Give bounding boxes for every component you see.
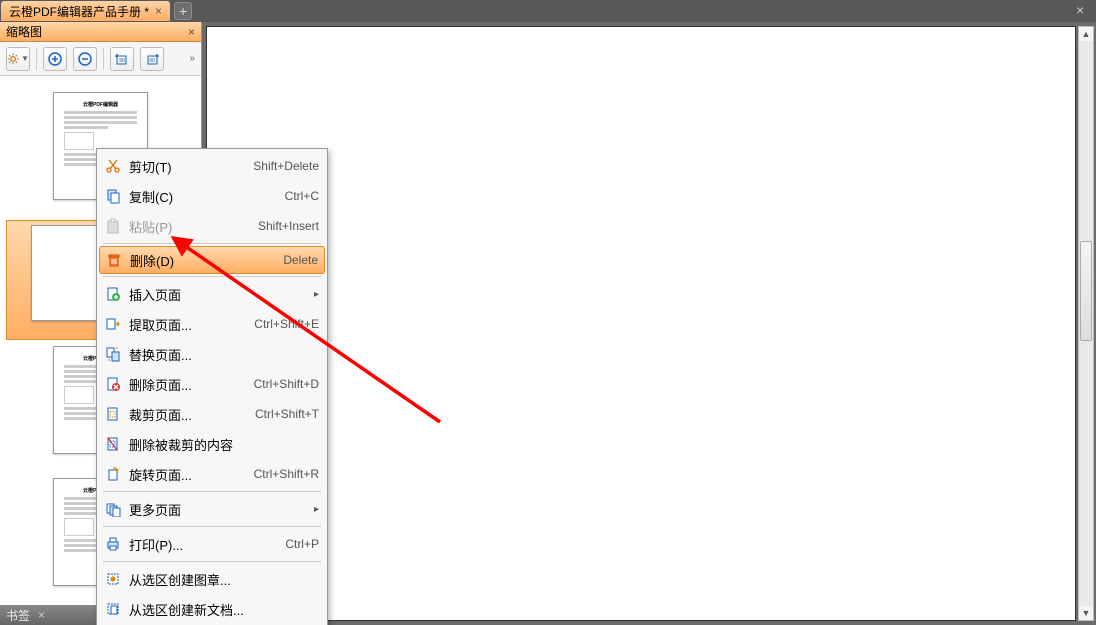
vertical-scrollbar[interactable]: ▲ ▼ bbox=[1078, 26, 1094, 621]
menu-item-extract[interactable]: 提取页面... Ctrl+Shift+E bbox=[99, 309, 325, 339]
page-canvas[interactable] bbox=[206, 26, 1076, 621]
overflow-icon[interactable]: » bbox=[189, 53, 195, 64]
menu-item-print[interactable]: 打印(P)... Ctrl+P bbox=[99, 529, 325, 559]
workspace: 缩略图 × ▼ 90 90 » 云橙PDF编辑器12云橙PDF编辑器 bbox=[0, 22, 1096, 625]
menu-separator bbox=[103, 561, 321, 562]
menu-item-crop[interactable]: 裁剪页面... Ctrl+Shift+T bbox=[99, 399, 325, 429]
tab-bar: 云橙PDF编辑器产品手册 * × + × bbox=[0, 0, 1096, 22]
menu-item-more[interactable]: 更多页面 ▸ bbox=[99, 494, 325, 524]
menu-item-shortcut: Ctrl+Shift+D bbox=[254, 377, 319, 391]
menu-item-delpage[interactable]: 删除页面... Ctrl+Shift+D bbox=[99, 369, 325, 399]
menu-item-cropdel[interactable]: 删除被裁剪的内容 bbox=[99, 429, 325, 459]
menu-item-cut[interactable]: 剪切(T) Shift+Delete bbox=[99, 151, 325, 181]
menu-item-newdoc[interactable]: 从选区创建新文档... bbox=[99, 594, 325, 624]
options-button[interactable]: ▼ bbox=[6, 47, 30, 71]
crop-icon bbox=[103, 404, 123, 424]
paste-icon bbox=[103, 216, 123, 236]
menu-item-label: 从选区创建新文档... bbox=[129, 600, 319, 619]
stamp-icon bbox=[103, 569, 123, 589]
scroll-up-button[interactable]: ▲ bbox=[1079, 27, 1093, 41]
menu-item-delete[interactable]: 删除(D) Delete bbox=[99, 246, 325, 274]
cut-icon bbox=[103, 156, 123, 176]
menu-item-label: 插入页面 bbox=[129, 285, 306, 304]
menu-item-replace[interactable]: 替换页面... bbox=[99, 339, 325, 369]
separator bbox=[36, 48, 37, 70]
menu-item-insert[interactable]: 插入页面 ▸ bbox=[99, 279, 325, 309]
menu-separator bbox=[103, 243, 321, 244]
replace-icon bbox=[103, 344, 123, 364]
submenu-arrow-icon: ▸ bbox=[314, 504, 319, 515]
separator bbox=[103, 48, 104, 70]
menu-item-shortcut: Shift+Delete bbox=[253, 159, 319, 173]
delpage-icon bbox=[103, 374, 123, 394]
submenu-arrow-icon: ▸ bbox=[314, 289, 319, 300]
menu-item-label: 从选区创建图章... bbox=[129, 570, 319, 589]
more-icon bbox=[103, 499, 123, 519]
menu-item-label: 删除被裁剪的内容 bbox=[129, 435, 319, 454]
menu-item-shortcut: Ctrl+P bbox=[285, 537, 319, 551]
rotate-ccw-icon: 90 bbox=[114, 51, 130, 67]
menu-item-label: 旋转页面... bbox=[129, 465, 246, 484]
extract-icon bbox=[103, 314, 123, 334]
menu-item-shortcut: Ctrl+Shift+T bbox=[255, 407, 319, 421]
tab-title: 云橙PDF编辑器产品手册 * bbox=[9, 3, 149, 20]
zoom-out-button[interactable] bbox=[73, 47, 97, 71]
menu-item-stamp[interactable]: 从选区创建图章... bbox=[99, 564, 325, 594]
thumbnail-panel-close-icon[interactable]: × bbox=[188, 25, 195, 39]
menu-item-label: 复制(C) bbox=[129, 187, 277, 206]
document-view: ▲ ▼ bbox=[202, 22, 1096, 625]
menu-item-shortcut: Ctrl+Shift+R bbox=[254, 467, 319, 481]
rotate-cw-icon: 90 bbox=[144, 51, 160, 67]
menu-item-label: 替换页面... bbox=[129, 345, 319, 364]
print-icon bbox=[103, 534, 123, 554]
menu-item-label: 提取页面... bbox=[129, 315, 246, 334]
menu-item-label: 裁剪页面... bbox=[129, 405, 247, 424]
thumbnail-toolbar: ▼ 90 90 » bbox=[0, 42, 201, 76]
minus-icon bbox=[77, 51, 93, 67]
menu-item-rotate[interactable]: 旋转页面... Ctrl+Shift+R bbox=[99, 459, 325, 489]
menu-item-paste: 粘贴(P) Shift+Insert bbox=[99, 211, 325, 241]
svg-text:90: 90 bbox=[149, 58, 155, 64]
scrollbar-thumb[interactable] bbox=[1080, 241, 1092, 341]
plus-icon bbox=[47, 51, 63, 67]
bookmarks-label: 书签 bbox=[6, 607, 30, 624]
menu-item-label: 删除页面... bbox=[129, 375, 246, 394]
bookmarks-close-icon[interactable]: × bbox=[38, 608, 45, 622]
menu-item-shortcut: Delete bbox=[283, 253, 318, 267]
menu-item-shortcut: Ctrl+Shift+E bbox=[254, 317, 319, 331]
menu-item-shortcut: Ctrl+C bbox=[285, 189, 319, 203]
thumbnail-panel-title: 缩略图 bbox=[6, 23, 42, 40]
rotate-cw-button[interactable]: 90 bbox=[140, 47, 164, 71]
menu-item-label: 更多页面 bbox=[129, 500, 306, 519]
insert-icon bbox=[103, 284, 123, 304]
scroll-down-button[interactable]: ▼ bbox=[1079, 606, 1093, 620]
menu-item-label: 剪切(T) bbox=[129, 157, 245, 176]
scrollbar-track[interactable] bbox=[1079, 41, 1093, 606]
menu-item-shortcut: Shift+Insert bbox=[258, 219, 319, 233]
context-menu: 剪切(T) Shift+Delete 复制(C) Ctrl+C 粘贴(P) Shift+I… bbox=[96, 148, 328, 625]
chevron-down-icon: ▼ bbox=[21, 54, 29, 63]
menu-item-copy[interactable]: 复制(C) Ctrl+C bbox=[99, 181, 325, 211]
thumbnail-panel-header: 缩略图 × bbox=[0, 22, 201, 42]
menu-item-label: 打印(P)... bbox=[129, 535, 277, 554]
menu-separator bbox=[103, 526, 321, 527]
menu-separator bbox=[103, 276, 321, 277]
delete-icon bbox=[104, 250, 124, 270]
document-tab[interactable]: 云橙PDF编辑器产品手册 * × bbox=[1, 1, 170, 21]
tab-close-icon[interactable]: × bbox=[155, 4, 162, 18]
newdoc-icon bbox=[103, 599, 123, 619]
menu-item-label: 粘贴(P) bbox=[129, 217, 250, 236]
rotate-icon bbox=[103, 464, 123, 484]
menu-item-label: 删除(D) bbox=[130, 251, 275, 270]
gear-icon bbox=[7, 52, 19, 66]
zoom-in-button[interactable] bbox=[43, 47, 67, 71]
tabbar-close-icon[interactable]: × bbox=[1076, 2, 1092, 18]
cropdel-icon bbox=[103, 434, 123, 454]
rotate-ccw-button[interactable]: 90 bbox=[110, 47, 134, 71]
copy-icon bbox=[103, 186, 123, 206]
svg-text:90: 90 bbox=[119, 58, 125, 64]
new-tab-button[interactable]: + bbox=[174, 2, 192, 20]
menu-separator bbox=[103, 491, 321, 492]
